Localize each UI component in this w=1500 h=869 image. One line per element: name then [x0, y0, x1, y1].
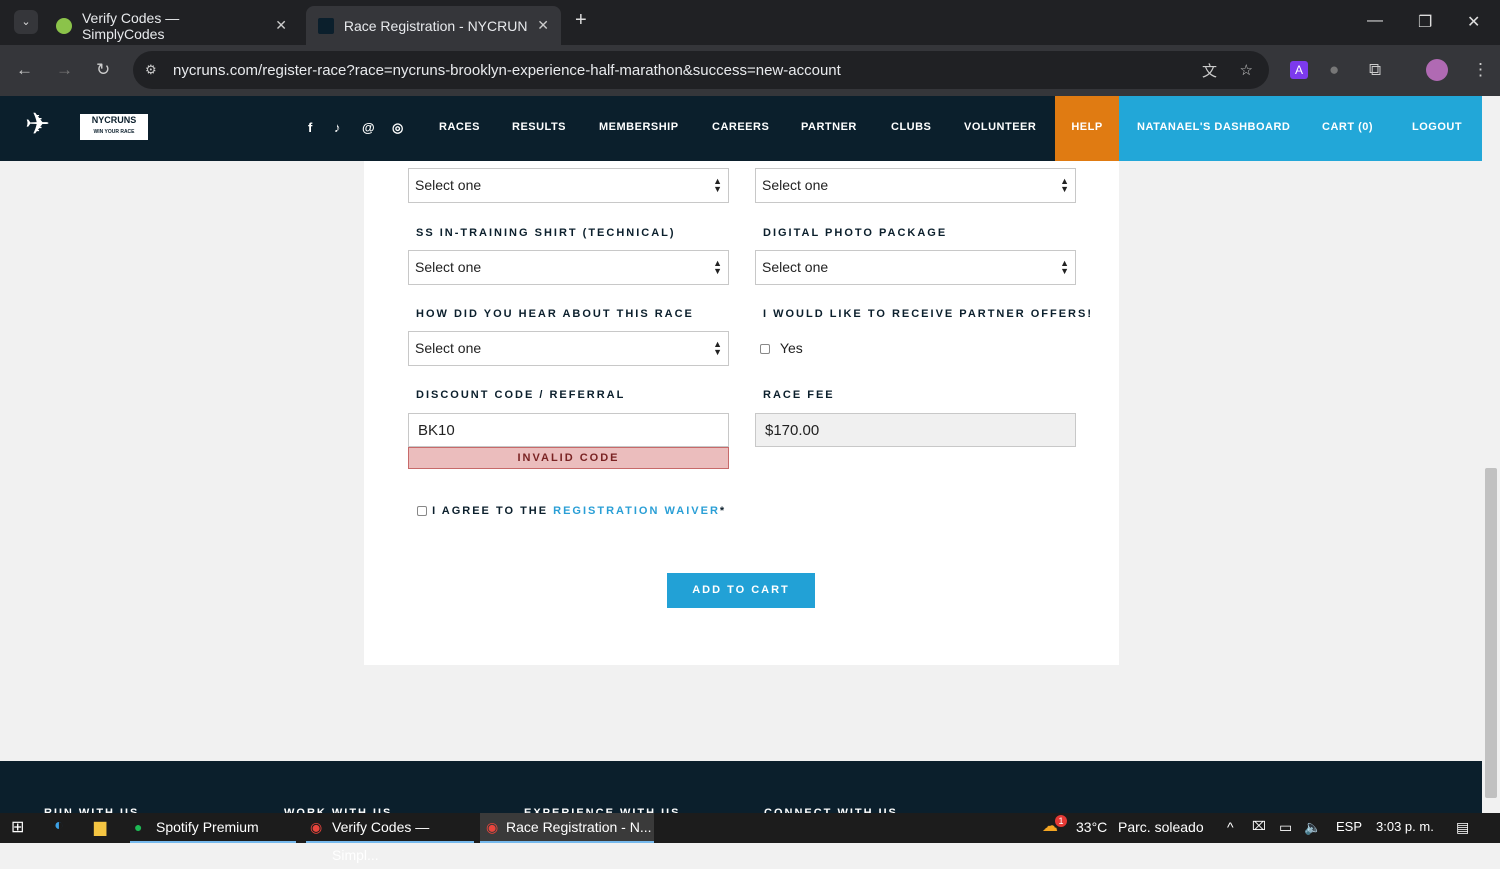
discount-code-input[interactable]: BK10: [408, 413, 729, 447]
spotify-icon: ●: [134, 819, 143, 835]
forward-icon[interactable]: →: [56, 60, 73, 80]
bookmark-star-icon[interactable]: ☆: [1240, 61, 1253, 79]
nycruns-favicon-icon: [318, 17, 334, 34]
address-bar-row: ← → ↻ ⚙ nycruns.com/register-race?race=n…: [0, 45, 1500, 96]
tab-race-registration[interactable]: Race Registration - NYCRUNS B ✕: [306, 6, 561, 45]
nav-careers[interactable]: CAREERS: [712, 96, 769, 161]
extension-icon[interactable]: ●: [1329, 60, 1339, 80]
edge-icon[interactable]: ◐: [54, 817, 64, 835]
nav-volunteer[interactable]: VOLUNTEER: [964, 96, 1036, 161]
footer-heading: CONNECT WITH US: [764, 807, 898, 813]
language-indicator[interactable]: ESP: [1336, 819, 1362, 834]
race-fee-field: $170.00: [755, 413, 1076, 447]
partner-label: I WOULD LIKE TO RECEIVE PARTNER OFFERS!: [763, 308, 1093, 320]
hear-select[interactable]: Select one ▲ ▼: [408, 331, 729, 366]
weather-badge: 1: [1055, 815, 1067, 827]
tab-title: Race Registration - NYCRUNS B: [343, 17, 528, 34]
photo-select[interactable]: Select one ▲ ▼: [755, 250, 1076, 285]
site-nav: HELP RACES RESULTS MEMBERSHIP CAREERS PA…: [0, 96, 1482, 161]
file-explorer-icon[interactable]: ▆: [94, 817, 106, 837]
weather-desc[interactable]: Parc. soleado: [1118, 819, 1204, 835]
tab-bar: ⌄ Verify Codes — SimplyCodes ✕ Race Regis…: [0, 0, 1500, 45]
tray-chevron-icon[interactable]: ^: [1227, 819, 1234, 835]
threads-icon[interactable]: @: [362, 120, 375, 135]
nav-partner[interactable]: PARTNER: [801, 96, 857, 161]
photo-label: DIGITAL PHOTO PACKAGE: [763, 227, 948, 239]
add-to-cart-button[interactable]: ADD TO CART: [667, 573, 815, 608]
select-arrows-icon: ▲ ▼: [1060, 258, 1069, 276]
hear-label: HOW DID YOU HEAR ABOUT THIS RACE: [416, 308, 694, 320]
windows-start-icon[interactable]: ⊞: [11, 817, 24, 837]
select-arrows-icon: ▲ ▼: [713, 339, 722, 357]
tab-verify-codes[interactable]: Verify Codes — SimplyCodes ✕: [44, 6, 299, 45]
close-tab-icon[interactable]: ✕: [537, 17, 549, 34]
close-tab-icon[interactable]: ✕: [275, 17, 287, 34]
new-tab-icon[interactable]: +: [575, 9, 587, 32]
restore-icon[interactable]: ❐: [1418, 12, 1432, 32]
facebook-icon[interactable]: f: [308, 120, 312, 135]
volume-icon[interactable]: 🔈: [1304, 819, 1321, 836]
simplycodes-favicon-icon: [56, 17, 72, 34]
taskbar-race-registration[interactable]: ◉ Race Registration - N...: [480, 813, 654, 843]
nav-membership[interactable]: MEMBERSHIP: [599, 96, 679, 161]
site-footer: RUN WITH US WORK WITH US EXPERIENCE WITH…: [0, 761, 1482, 813]
back-icon[interactable]: ←: [16, 60, 33, 80]
fee-label: RACE FEE: [763, 389, 835, 401]
footer-heading: EXPERIENCE WITH US: [524, 807, 681, 813]
nav-logout[interactable]: LOGOUT: [1412, 96, 1462, 161]
nav-dashboard[interactable]: NATANAEL'S DASHBOARD: [1137, 96, 1290, 161]
translate-icon[interactable]: 文: [1202, 60, 1217, 81]
select-left-top[interactable]: Select one ▲ ▼: [408, 168, 729, 203]
tab-title: Verify Codes — SimplyCodes: [81, 9, 180, 42]
shirt-select[interactable]: Select one ▲ ▼: [408, 250, 729, 285]
waiver-agreement: I AGREE TO THE REGISTRATION WAIVER*: [417, 505, 726, 517]
nav-cart[interactable]: CART (0): [1322, 96, 1373, 161]
page-scrollbar[interactable]: [1482, 96, 1500, 813]
url-text: nycruns.com/register-race?race=nycruns-b…: [173, 61, 841, 79]
url-input[interactable]: ⚙ nycruns.com/register-race?race=nycruns…: [133, 51, 1269, 89]
minimize-icon[interactable]: —: [1367, 12, 1383, 30]
taskbar-spotify[interactable]: ● Spotify Premium: [130, 813, 296, 843]
runner-logo-icon: ✈: [25, 108, 51, 141]
battery-icon[interactable]: ⌧: [1252, 819, 1266, 833]
shirt-label: SS IN-TRAINING SHIRT (TECHNICAL): [416, 227, 676, 239]
select-arrows-icon: ▲ ▼: [713, 258, 722, 276]
tiktok-icon[interactable]: ♪: [334, 120, 341, 135]
weather-temp[interactable]: 33°C: [1076, 819, 1107, 835]
select-right-top[interactable]: Select one ▲ ▼: [755, 168, 1076, 203]
chrome-icon: ◉: [310, 819, 323, 835]
footer-heading: WORK WITH US: [284, 807, 393, 813]
chrome-icon: ◉: [486, 819, 499, 835]
select-arrows-icon: ▲ ▼: [713, 176, 722, 194]
clock[interactable]: 3:03 p. m.: [1376, 819, 1434, 834]
select-arrows-icon: ▲ ▼: [1060, 176, 1069, 194]
menu-kebab-icon[interactable]: ⋮: [1472, 60, 1489, 80]
partner-offers-checkbox[interactable]: [760, 344, 770, 355]
discount-label: DISCOUNT CODE / REFERRAL: [416, 389, 626, 401]
notifications-icon[interactable]: ▤: [1456, 819, 1469, 836]
site-info-icon[interactable]: ⚙: [145, 62, 157, 78]
logo-text: NYCRUNS: [91, 115, 137, 125]
nav-races[interactable]: RACES: [439, 96, 480, 161]
reload-icon[interactable]: ↻: [96, 60, 110, 80]
network-icon[interactable]: ▭: [1279, 819, 1292, 836]
footer-heading: RUN WITH US: [44, 807, 140, 813]
extensions-puzzle-icon[interactable]: ⧉: [1369, 60, 1381, 80]
registration-waiver-link[interactable]: REGISTRATION WAIVER: [553, 505, 720, 517]
close-window-icon[interactable]: ✕: [1467, 12, 1480, 32]
partner-offers-option[interactable]: Yes: [760, 340, 803, 356]
nav-clubs[interactable]: CLUBS: [891, 96, 931, 161]
taskbar-verify-codes[interactable]: ◉ Verify Codes — Simpl...: [306, 813, 474, 863]
nav-help[interactable]: HELP: [1055, 96, 1119, 161]
extension-a-icon[interactable]: A: [1290, 61, 1308, 79]
tab-search-button[interactable]: ⌄: [14, 10, 38, 34]
instagram-icon[interactable]: ◎: [392, 120, 403, 136]
waiver-checkbox[interactable]: [417, 506, 427, 517]
invalid-code-message: INVALID CODE: [408, 447, 729, 469]
scrollbar-thumb[interactable]: [1485, 468, 1497, 798]
profile-avatar[interactable]: [1426, 59, 1448, 81]
windows-taskbar: ⊞ ◐ ▆ ● Spotify Premium ◉ Verify Codes — S…: [0, 813, 1500, 863]
logo-tagline: WIN YOUR RACE: [93, 129, 135, 135]
nav-results[interactable]: RESULTS: [512, 96, 566, 161]
